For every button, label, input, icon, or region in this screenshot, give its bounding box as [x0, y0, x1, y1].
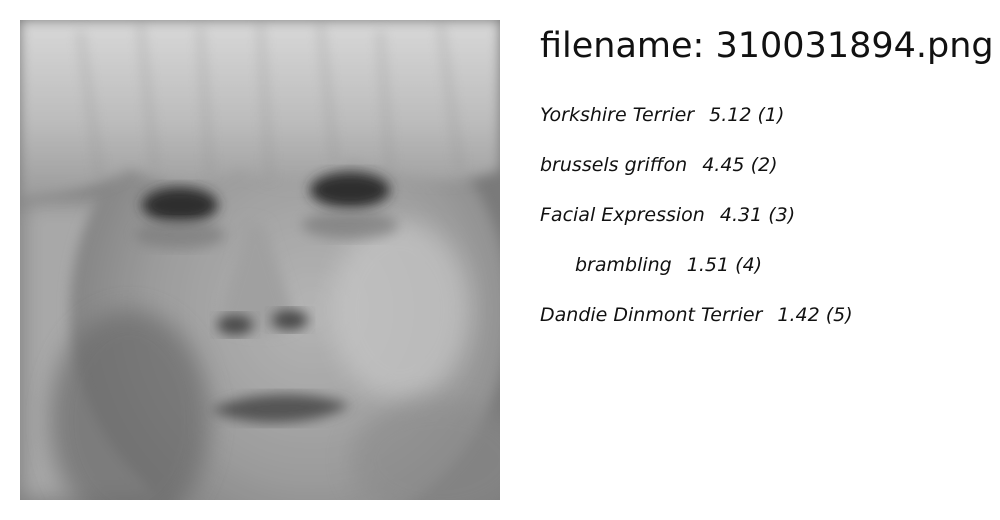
face-photo [20, 20, 500, 500]
prediction-label: Dandie Dinmont Terrier [540, 304, 763, 326]
prediction-score: 4.31 [719, 204, 763, 226]
prediction-label: brambling [575, 254, 672, 276]
prediction-list: Yorkshire Terrier 5.12 (1) brussels grif… [540, 100, 853, 350]
prediction-score: 1.51 [686, 254, 730, 276]
face-photo-graphic [20, 20, 500, 500]
prediction-item: Dandie Dinmont Terrier 1.42 (5) [540, 300, 853, 350]
prediction-item: Yorkshire Terrier 5.12 (1) [540, 100, 853, 150]
prediction-item: Facial Expression 4.31 (3) [540, 200, 853, 250]
prediction-score: 1.42 [777, 304, 820, 326]
prediction-rank: (5) [825, 304, 853, 326]
prediction-rank: (1) [757, 104, 785, 126]
prediction-label: brussels griffon [540, 154, 688, 176]
prediction-score: 4.45 [702, 154, 745, 176]
prediction-item: brussels griffon 4.45 (2) [540, 150, 853, 200]
prediction-item: brambling 1.51 (4) [540, 250, 853, 300]
prediction-rank: (3) [768, 204, 796, 226]
prediction-score: 5.12 [709, 104, 752, 126]
prediction-label: Facial Expression [540, 204, 705, 226]
prediction-rank: (4) [735, 254, 763, 276]
prediction-label: Yorkshire Terrier [540, 104, 695, 126]
prediction-rank: (2) [750, 154, 778, 176]
filename-label: filename: 310031894.png [540, 26, 994, 66]
